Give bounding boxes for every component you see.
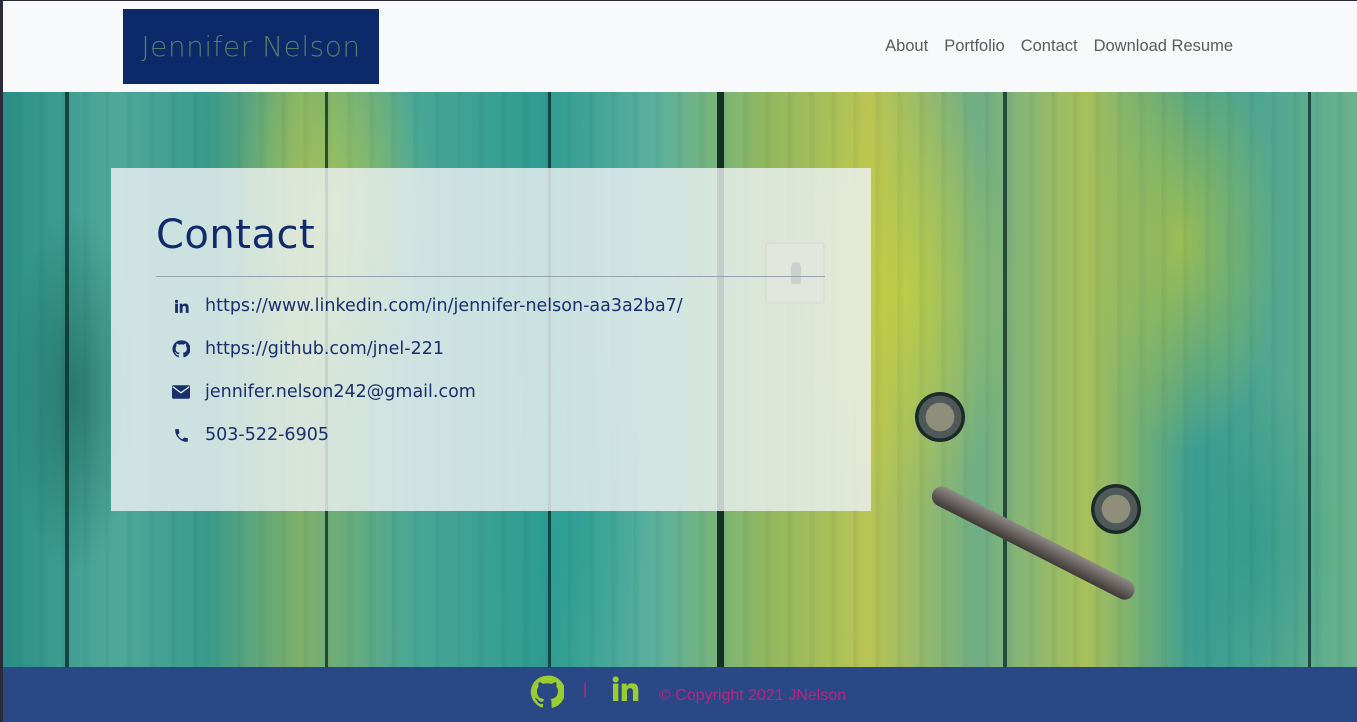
contact-row-linkedin: https://www.linkedin.com/in/jennifer-nel… bbox=[171, 296, 683, 316]
handle-rose bbox=[915, 392, 965, 442]
handle-rose bbox=[1091, 484, 1141, 534]
footer-github-icon[interactable] bbox=[530, 675, 566, 713]
footer-linkedin-icon[interactable] bbox=[609, 673, 641, 709]
footer-copyright: © Copyright 2021 JNelson bbox=[659, 687, 846, 704]
footer: | © Copyright 2021 JNelson bbox=[3, 667, 1357, 722]
brand-logo[interactable]: Jennifer Nelson bbox=[123, 9, 379, 84]
plank-gap bbox=[1308, 92, 1311, 667]
plank-gap bbox=[65, 92, 69, 667]
nav-link-contact[interactable]: Contact bbox=[1021, 37, 1078, 56]
linkedin-icon bbox=[171, 296, 191, 316]
footer-separator: | bbox=[583, 681, 588, 698]
contact-row-github: https://github.com/jnel-221 bbox=[171, 339, 444, 359]
divider bbox=[156, 276, 825, 277]
linkedin-link[interactable]: https://www.linkedin.com/in/jennifer-nel… bbox=[205, 296, 683, 316]
browser-page: Jennifer Nelson About Portfolio Contact … bbox=[3, 1, 1357, 722]
email-link[interactable]: jennifer.nelson242@gmail.com bbox=[205, 382, 476, 402]
contact-row-phone: 503-522-6905 bbox=[171, 425, 329, 445]
brand-name: Jennifer Nelson bbox=[141, 30, 361, 63]
contact-title: Contact bbox=[156, 212, 316, 258]
contact-row-email: jennifer.nelson242@gmail.com bbox=[171, 382, 476, 402]
nav-link-about[interactable]: About bbox=[885, 37, 928, 56]
contact-card: Contact https://www.linkedin.com/in/jenn… bbox=[111, 168, 871, 511]
envelope-icon bbox=[171, 382, 191, 402]
nav-link-download-resume[interactable]: Download Resume bbox=[1094, 37, 1233, 56]
github-link[interactable]: https://github.com/jnel-221 bbox=[205, 339, 444, 359]
hero-background: Contact https://www.linkedin.com/in/jenn… bbox=[3, 92, 1357, 667]
github-icon bbox=[171, 339, 191, 359]
navbar: Jennifer Nelson About Portfolio Contact … bbox=[3, 1, 1357, 92]
main-nav: About Portfolio Contact Download Resume bbox=[869, 37, 1233, 56]
phone-number[interactable]: 503-522-6905 bbox=[205, 425, 329, 445]
plank-gap bbox=[1003, 92, 1007, 667]
nav-link-portfolio[interactable]: Portfolio bbox=[944, 37, 1005, 56]
phone-icon bbox=[171, 425, 191, 445]
